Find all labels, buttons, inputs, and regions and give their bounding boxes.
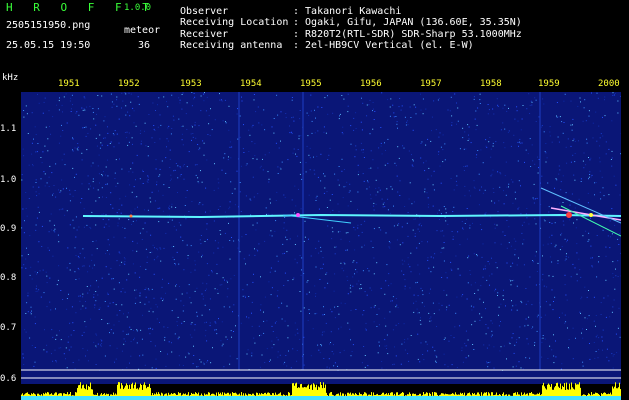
- meteor-count: 36: [138, 40, 151, 51]
- info-value-antenna: : 2el-HB9CV Vertical (el. E-W): [293, 40, 474, 51]
- info-key-observer: Observer: [180, 6, 229, 17]
- meteor-echo: [566, 212, 572, 218]
- y-tick-label: 1.1: [0, 124, 17, 134]
- signal-level-bars: [21, 382, 621, 400]
- spectrogram-plot: [21, 78, 621, 400]
- spectrogram-canvas: [21, 92, 621, 400]
- noise-background: [21, 92, 621, 384]
- y-tick-label: 0.8: [0, 273, 17, 283]
- info-key-location: Receiving Location: [180, 17, 289, 28]
- y-tick-label: 0.9: [0, 224, 17, 234]
- date-time: 25.05.15 19:50: [6, 40, 91, 51]
- y-tick-label: 0.7: [0, 323, 17, 333]
- info-key-antenna: Receiving antenna: [180, 40, 283, 51]
- info-value-receiver: : R820T2(RTL-SDR) SDR-Sharp 53.1000MHz: [293, 29, 522, 40]
- meteor-echo: [589, 213, 593, 217]
- info-value-observer: : Takanori Kawachi: [293, 6, 402, 17]
- info-value-location: : Ogaki, Gifu, JAPAN (136.60E, 35.35N): [293, 17, 522, 28]
- level-baseline: [21, 396, 621, 400]
- file-name: 2505151950.png: [6, 20, 91, 31]
- y-tick-label: 1.0: [0, 175, 17, 185]
- y-axis-unit: kHz: [2, 73, 19, 83]
- y-tick-label: 0.6: [0, 374, 17, 384]
- meteor-echo: [296, 213, 300, 217]
- app-version: 1.0.0: [124, 3, 152, 13]
- info-key-receiver: Receiver: [180, 29, 229, 40]
- meteor-echo: [129, 214, 133, 218]
- meteor-label: meteor: [124, 25, 161, 36]
